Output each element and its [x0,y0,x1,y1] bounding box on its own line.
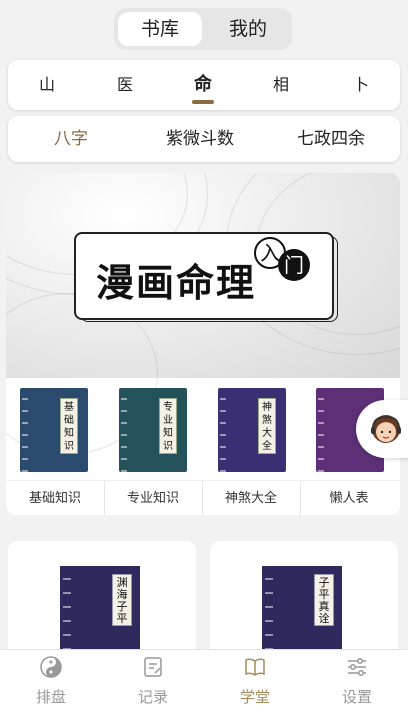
library-mine-switch: 书库 我的 [114,8,292,50]
tab-ming-label: 命 [194,74,212,95]
subtab-bazi[interactable]: 八字 [54,116,88,162]
tab-xiang[interactable]: 相 [242,60,320,110]
nav-records[interactable]: 记录 [102,650,204,712]
nav-school[interactable]: 学堂 [204,650,306,712]
book-cover-label: 子平真诠 [314,574,334,626]
nav-label: 学堂 [239,688,270,706]
active-tab-indicator [192,100,214,104]
yin-yang-icon [40,656,62,678]
agent-face-icon [371,415,401,443]
book-names-row: 基础知识 专业知识 神煞大全 懒人表 [6,480,400,515]
tab-yi[interactable]: 医 [86,60,164,110]
customer-service-avatar-icon[interactable] [356,400,408,458]
book-name-lazy-table[interactable]: 懒人表 [300,481,398,515]
book-cover-label: 神煞大全 [258,398,276,454]
book-cover-label: 基础知识 [60,398,78,454]
tab-ming[interactable]: 命 [164,60,242,110]
bottom-navigation: 排盘 记录 学堂 设置 [0,649,408,712]
book-name-shensha[interactable]: 神煞大全 [202,481,301,515]
switch-library[interactable]: 书库 [118,12,202,46]
featured-course-card: 漫画命理 入 门 基础知识 专业知识 神煞大全 基础知识 专业知识 神煞大全 懒… [6,173,400,515]
banner-image[interactable]: 漫画命理 入 门 [6,173,400,455]
book-stitches [121,388,127,472]
book-cover-shensha[interactable]: 神煞大全 [218,388,286,472]
book-name-basic[interactable]: 基础知识 [6,481,105,515]
nav-label: 排盘 [35,688,66,706]
book-stitches [318,388,324,472]
nav-paipan[interactable]: 排盘 [0,650,102,712]
subtab-ziwei[interactable]: 紫微斗数 [166,116,234,162]
book-stitches [220,388,226,472]
switch-mine[interactable]: 我的 [206,12,290,46]
nav-settings[interactable]: 设置 [306,650,408,712]
nav-label: 记录 [137,688,168,706]
banner-title: 漫画命理 [96,260,257,305]
nav-label: 设置 [341,688,372,706]
tab-bu[interactable]: 卜 [322,60,400,110]
book-cover-label: 渊海子平 [112,574,132,626]
seal-men: 门 [278,249,310,281]
subcategory-tabs: 八字 紫微斗数 七政四余 [8,116,400,162]
book-cover-professional[interactable]: 专业知识 [119,388,187,472]
tab-shan[interactable]: 山 [8,60,86,110]
sliders-icon [348,658,366,676]
book-stitches [22,388,28,472]
book-cover-basic[interactable]: 基础知识 [20,388,88,472]
book-name-professional[interactable]: 专业知识 [104,481,203,515]
category-tabs: 山 医 命 相 卜 [8,60,400,110]
book-cover-label: 专业知识 [159,398,177,454]
subtab-qizheng[interactable]: 七政四余 [297,116,365,162]
record-icon [144,657,162,677]
book-open-icon [245,658,265,676]
